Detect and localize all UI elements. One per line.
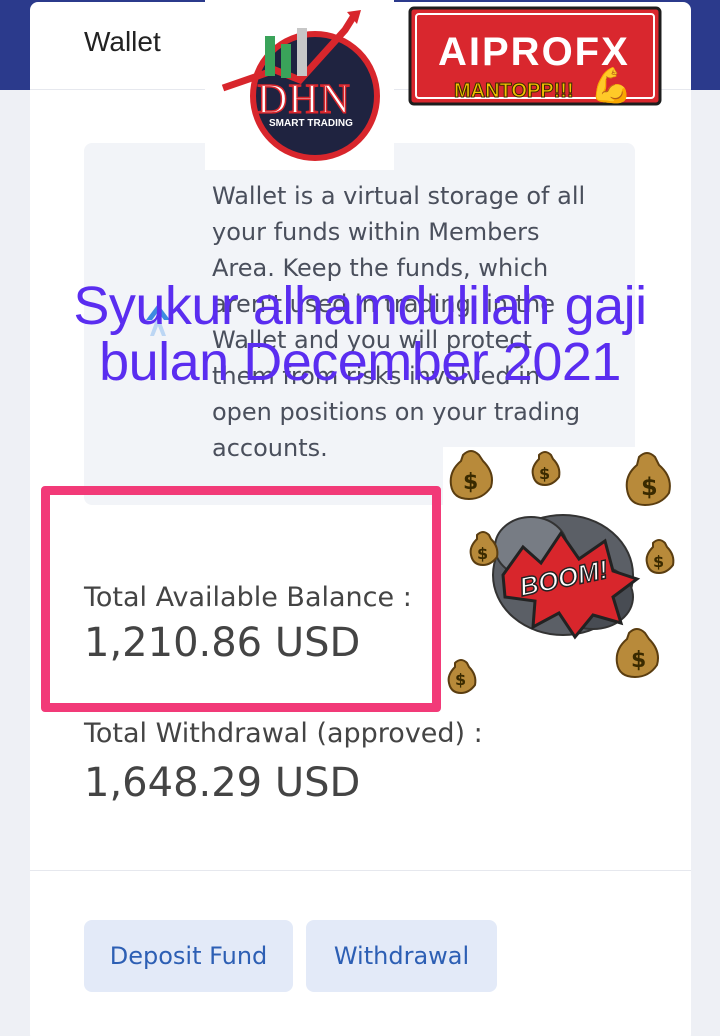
dollar-sign-6: $ [477, 544, 488, 563]
withdrawal-button[interactable]: Withdrawal [306, 920, 497, 992]
card-divider [30, 870, 691, 871]
total-withdrawal-value: 1,648.29 USD [84, 760, 361, 806]
caption-text: Syukur alhamdulilah gaji bulan December … [0, 278, 720, 390]
deposit-fund-button[interactable]: Deposit Fund [84, 920, 293, 992]
dollar-sign-4: $ [455, 670, 466, 689]
aiprofx-logo: AIPROFX MANTOPP!!! 💪 [408, 6, 662, 110]
caption-line-1: Syukur alhamdulilah gaji [73, 276, 647, 336]
wallet-title: Wallet [84, 26, 161, 57]
total-withdrawal-label: Total Withdrawal (approved) : [84, 718, 483, 749]
flexed-biceps-icon: 💪 [590, 66, 633, 106]
dollar-sign-2: $ [641, 473, 658, 501]
dollar-sign-7: $ [653, 552, 664, 571]
dhn-logo: DHN SMART TRADING [205, 0, 394, 170]
aiprofx-tagline: MANTOPP!!! [454, 80, 575, 103]
caption-line-2: bulan December 2021 [99, 332, 621, 392]
boom-money-sticker: $ $ $ $ $ $ $ BOOM! [443, 447, 681, 699]
dollar-sign-3: $ [631, 648, 646, 673]
dhn-logo-subtext: SMART TRADING [269, 118, 353, 129]
dhn-logo-text: DHN [256, 76, 351, 124]
dollar-sign-1: $ [463, 470, 478, 495]
dollar-sign-5: $ [539, 464, 550, 483]
balance-highlight-box [41, 486, 441, 712]
